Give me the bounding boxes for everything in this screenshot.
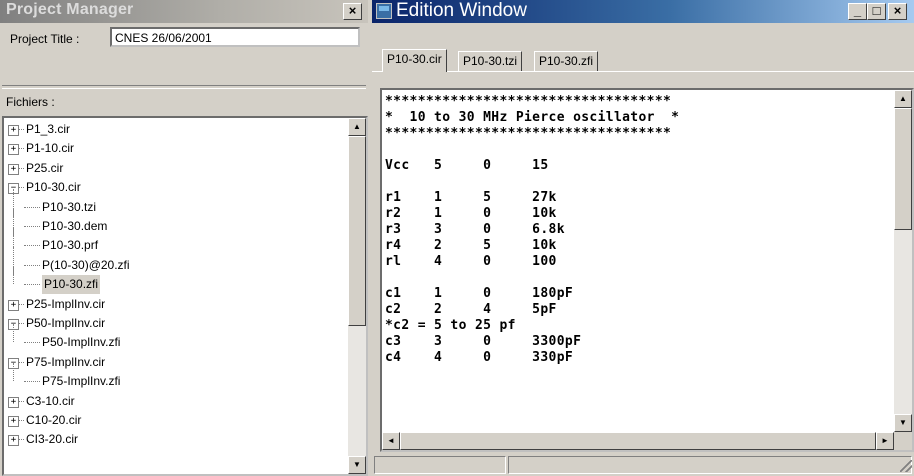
expand-icon[interactable]: +: [8, 435, 19, 447]
tree-item-label: C10-20.cir: [26, 413, 82, 427]
code-editor[interactable]: *********************************** * 10…: [380, 88, 914, 452]
tree-item-label: P50-ImplInv.zfi: [42, 335, 121, 350]
tree-connector: [19, 303, 24, 305]
tab-p10-30-zfi[interactable]: P10-30.zfi: [534, 51, 599, 71]
tree-item-label: P50-ImplInv.cir: [26, 316, 106, 330]
expand-icon[interactable]: +: [8, 163, 19, 175]
tree-connector: [13, 324, 14, 343]
tab-p10-30-tzi[interactable]: P10-30.tzi: [458, 51, 523, 71]
tree-connector: [24, 245, 40, 247]
tree-item-label: P(10-30)@20.zfi: [42, 257, 130, 272]
maximize-icon[interactable]: □: [867, 3, 886, 20]
project-title-label: Project Title :: [10, 32, 80, 46]
project-title-input[interactable]: CNES 26/06/2001: [110, 27, 360, 47]
tree-connector: [19, 400, 24, 402]
editor-horizontal-scrollbar[interactable]: ◄ ►: [382, 432, 894, 450]
minimize-icon[interactable]: _: [848, 3, 867, 20]
tree-item-label: C3-10.cir: [26, 393, 75, 408]
tree-connector: [19, 323, 24, 324]
tab-divider: [372, 71, 914, 72]
editor-vertical-scrollbar[interactable]: ▲ ▼: [894, 90, 912, 432]
project-manager-title: Project Manager: [6, 1, 134, 18]
tree-item-label: P10-30.tzi: [42, 199, 97, 214]
tree-item-label: P25.cir: [26, 160, 64, 175]
expand-icon[interactable]: +: [8, 299, 19, 311]
tree-connector: [24, 264, 40, 266]
app-icon: [376, 3, 392, 19]
scroll-down-icon[interactable]: ▼: [348, 456, 366, 474]
status-panel: [374, 456, 506, 474]
tree-connector: [19, 167, 24, 169]
expand-icon[interactable]: +: [8, 144, 19, 156]
code-content[interactable]: *********************************** * 10…: [385, 94, 679, 366]
tree-item-label: P1-10.cir: [26, 141, 75, 156]
tree-item-label: P25-ImplInv.cir: [26, 296, 106, 311]
edition-window: Edition Window _ □ × P10-30.cir P10-30.t…: [372, 0, 914, 476]
project-manager-title-bar[interactable]: Project Manager ×: [0, 0, 368, 23]
tree-connector: [24, 381, 40, 383]
tree-vertical-scrollbar[interactable]: ▲ ▼: [348, 118, 366, 474]
status-bar: [372, 454, 914, 476]
tree-connector: [19, 129, 24, 130]
scroll-up-icon[interactable]: ▲: [894, 90, 912, 108]
scroll-thumb[interactable]: [348, 136, 366, 326]
close-icon[interactable]: ×: [343, 3, 362, 20]
expand-icon[interactable]: +: [8, 416, 19, 427]
scroll-thumb[interactable]: [400, 432, 876, 450]
edition-window-title-bar[interactable]: Edition Window _ □ ×: [372, 0, 914, 23]
edition-window-title: Edition Window: [396, 0, 527, 21]
scroll-left-icon[interactable]: ◄: [382, 432, 400, 450]
tree-item-label-selected: P10-30.zfi: [42, 275, 101, 295]
tree-connector: [19, 148, 24, 150]
tree-connector: [19, 439, 24, 441]
scroll-down-icon[interactable]: ▼: [894, 414, 912, 432]
tree-connector: [24, 342, 40, 344]
tree-connector: [13, 363, 14, 382]
tree-connector: [19, 361, 24, 363]
tree-connector: [19, 187, 24, 189]
expand-icon[interactable]: +: [8, 125, 19, 136]
tree-connector: [24, 206, 40, 208]
scroll-up-icon[interactable]: ▲: [348, 118, 366, 136]
status-panel: [508, 456, 912, 474]
resize-grip-icon[interactable]: [900, 460, 912, 472]
scroll-thumb[interactable]: [894, 108, 912, 230]
tree-item-label: P1_3.cir: [26, 122, 71, 136]
file-tree[interactable]: + P1_3.cir + P1-10.cir + P25.cir − P10-30.cir P1…: [2, 116, 368, 476]
tree-connector: [24, 284, 40, 286]
close-icon[interactable]: ×: [888, 3, 907, 20]
tree-connector: [24, 226, 40, 227]
tree-item-label: P75-ImplInv.zfi: [42, 374, 121, 389]
tree-item-label: CI3-20.cir: [26, 432, 79, 447]
tree-item-label: P10-30.cir: [26, 180, 81, 195]
tree-connector: [19, 420, 24, 421]
tree-connector: [13, 266, 14, 285]
scroll-corner: [894, 432, 912, 450]
files-label: Fichiers :: [6, 95, 55, 109]
tree-item-label: P75-ImplInv.cir: [26, 354, 106, 369]
project-manager-window: Project Manager × Project Title : CNES 2…: [0, 0, 368, 476]
tab-p10-30-cir[interactable]: P10-30.cir: [382, 49, 447, 72]
tree-item-label: P10-30.prf: [42, 238, 99, 253]
divider: [2, 85, 366, 89]
scroll-right-icon[interactable]: ►: [876, 432, 894, 450]
expand-icon[interactable]: +: [8, 396, 19, 408]
tree-item-label: P10-30.dem: [42, 219, 108, 233]
